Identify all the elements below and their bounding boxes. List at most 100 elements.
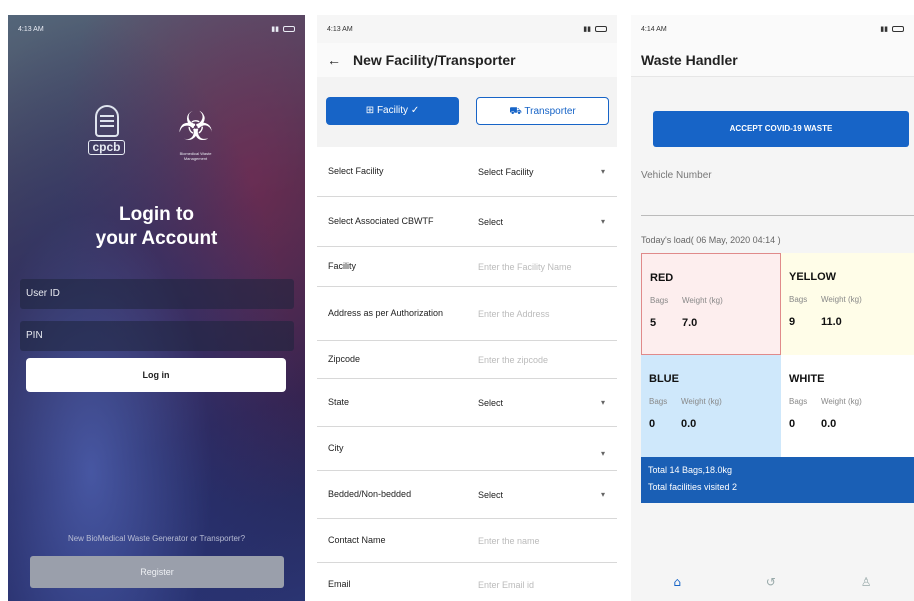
status-bar: 4:14 AM ▮▮ [631, 15, 914, 43]
biohazard-caption: Biomedical Waste Management [179, 151, 212, 161]
form-row[interactable]: Select Facility Select Facility ▾ [317, 147, 617, 197]
accept-covid-waste-button[interactable]: ACCEPT COVID-19 WASTE [653, 111, 909, 147]
select-field[interactable]: Select ▾ [478, 490, 617, 500]
bin-values: 0 0.0 [789, 418, 914, 430]
text-input[interactable]: Enter the Address [478, 309, 617, 319]
select-field[interactable]: Select ▾ [478, 217, 617, 227]
transporter-tab-label: Transporter [524, 106, 576, 117]
field-label: Zipcode [328, 354, 361, 364]
select-field[interactable]: Select Facility ▾ [478, 167, 617, 177]
register-button[interactable]: Register [30, 556, 284, 588]
yellow-bin-card: YELLOW Bags Weight (kg) 9 11.0 [781, 253, 914, 355]
field-label: City [328, 443, 344, 453]
weight-value: 7.0 [682, 317, 698, 329]
bags-value: 0 [649, 418, 656, 430]
weight-value: 11.0 [821, 316, 842, 328]
bottom-nav: ⌂ ↺ ♙ [631, 575, 914, 601]
pin-field[interactable]: PIN [20, 321, 294, 351]
field-label: Bedded/Non-bedded [328, 489, 412, 499]
bags-header: Bags [650, 296, 669, 305]
facility-icon: ⊞ [365, 105, 377, 116]
page-title: Waste Handler [641, 51, 738, 68]
form-row[interactable]: Bedded/Non-bedded Select ▾ [317, 471, 617, 519]
bin-name: RED [650, 272, 674, 284]
text-input[interactable]: Enter the Facility Name [478, 262, 617, 272]
login-screen: 4:13 AM ▮▮ cpcb ☣ Biomedical Waste Manag… [8, 15, 305, 601]
status-icons: ▮▮ [271, 25, 295, 33]
app-bar: ← New Facility/Transporter [317, 43, 617, 77]
facility-tab-label: Facility ✓ [376, 105, 420, 116]
weight-header: Weight (kg) [821, 295, 862, 304]
profile-icon[interactable]: ♙ [861, 575, 872, 601]
vehicle-number-input[interactable] [641, 215, 914, 216]
status-bar: 4:13 AM ▮▮ [8, 15, 305, 43]
cpcb-logo-text: cpcb [88, 140, 125, 155]
bin-values: 5 7.0 [650, 317, 780, 329]
login-button[interactable]: Log in [26, 358, 286, 392]
signal-icon: ▮▮ [583, 26, 591, 33]
text-input[interactable]: Enter the name [478, 536, 617, 546]
history-icon[interactable]: ↺ [766, 575, 776, 601]
red-bin-card: RED Bags Weight (kg) 5 7.0 [641, 253, 781, 355]
vehicle-number-label: Vehicle Number [641, 170, 712, 181]
battery-icon [283, 26, 295, 32]
bin-headers: Bags Weight (kg) [649, 397, 781, 406]
field-label: Select Associated CBWTF [328, 216, 434, 226]
bin-headers: Bags Weight (kg) [789, 295, 914, 304]
form-row[interactable]: Email Enter Email id [317, 563, 617, 601]
field-label: Contact Name [328, 535, 386, 545]
biohazard-icon: ☣ [177, 104, 214, 150]
total-bags: Total 14 Bags,18.0kg [648, 465, 733, 475]
logos: cpcb ☣ Biomedical Waste Management [8, 105, 305, 165]
blue-bin-card: BLUE Bags Weight (kg) 0 0.0 [641, 355, 781, 457]
form-row[interactable]: State Select ▾ [317, 379, 617, 427]
dropdown-arrow-icon: ▾ [600, 166, 605, 176]
select-field[interactable]: Select ▾ [478, 398, 617, 408]
text-input[interactable]: Enter Email id [478, 580, 617, 590]
select-value: Select Facility [478, 166, 534, 177]
field-label: State [328, 397, 350, 407]
battery-icon [595, 26, 607, 32]
form-row[interactable]: Contact Name Enter the name [317, 519, 617, 563]
home-icon[interactable]: ⌂ [673, 575, 681, 601]
dropdown-arrow-icon: ▾ [600, 397, 605, 407]
login-title: Login to your Account [8, 203, 305, 251]
field-label: Email [328, 579, 351, 589]
arrow-left-icon[interactable]: ← [327, 52, 341, 68]
new-facility-screen: 4:13 AM ▮▮ ← New Facility/Transporter ⊞ … [317, 15, 617, 601]
form-row[interactable]: Facility Enter the Facility Name [317, 247, 617, 287]
bags-value: 5 [650, 317, 657, 329]
form-row[interactable]: Zipcode Enter the zipcode [317, 341, 617, 379]
status-time: 4:14 AM [641, 25, 667, 33]
facility-tab[interactable]: ⊞ Facility ✓ [326, 97, 459, 125]
biohazard-logo: ☣ Biomedical Waste Management [166, 105, 226, 165]
bin-name: BLUE [649, 373, 679, 385]
facility-form: Select Facility Select Facility ▾ Select A… [317, 147, 617, 601]
bin-headers: Bags Weight (kg) [650, 296, 780, 305]
totals-bar: Total 14 Bags,18.0kg Total facilities vi… [641, 457, 914, 503]
form-row[interactable]: Select Associated CBWTF Select ▾ [317, 197, 617, 247]
weight-value: 0.0 [821, 418, 837, 430]
status-bar: 4:13 AM ▮▮ [317, 15, 617, 43]
bags-value: 9 [789, 316, 796, 328]
weight-value: 0.0 [681, 418, 697, 430]
white-bin-card: WHITE Bags Weight (kg) 0 0.0 [781, 355, 914, 457]
status-icons: ▮▮ [880, 25, 904, 33]
select-value: Select [478, 397, 504, 408]
form-row[interactable]: City ▾ [317, 427, 617, 471]
bags-header: Bags [789, 295, 808, 304]
select-value: Select [478, 489, 504, 500]
dropdown-arrow-icon: ▾ [600, 448, 605, 458]
transporter-tab[interactable]: ⛟ Transporter [476, 97, 609, 125]
waste-handler-screen: 4:14 AM ▮▮ Waste Handler ACCEPT COVID-19… [631, 15, 914, 601]
text-input[interactable]: Enter the zipcode [478, 355, 617, 365]
emblem-icon [94, 105, 119, 137]
bags-header: Bags [789, 397, 808, 406]
form-row[interactable]: Address as per Authorization Enter the Ad… [317, 287, 617, 341]
userid-field[interactable]: User ID [20, 279, 294, 309]
waste-summary-grid: RED Bags Weight (kg) 5 7.0 YELLOW Bags Weig… [641, 253, 914, 503]
status-icons: ▮▮ [583, 25, 607, 33]
type-toggle: ⊞ Facility ✓ ⛟ Transporter [317, 77, 617, 147]
field-label: Address as per Authorization [328, 308, 444, 318]
weight-header: Weight (kg) [682, 296, 723, 305]
